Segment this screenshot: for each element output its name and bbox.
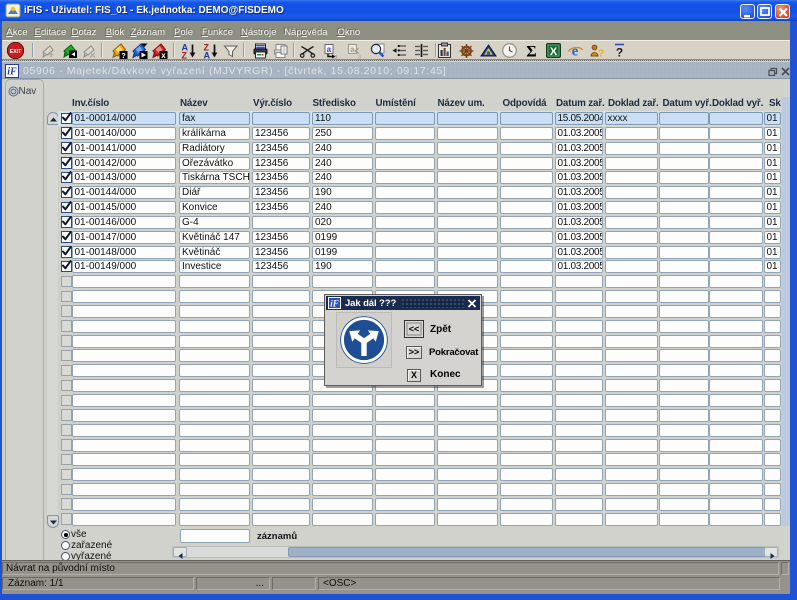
svg-text:a: a	[358, 54, 362, 60]
svg-text:EXIT: EXIT	[10, 49, 22, 55]
svg-text:Z: Z	[182, 51, 188, 60]
svg-text:e: e	[572, 44, 579, 60]
svg-text:?: ?	[121, 51, 126, 59]
svg-text:a: a	[334, 54, 338, 60]
svg-text:X: X	[550, 46, 558, 58]
svg-text:a: a	[327, 45, 332, 54]
svg-text:?: ?	[616, 46, 623, 60]
svg-text:iF: iF	[7, 66, 17, 77]
svg-text:A: A	[204, 51, 211, 60]
svg-text:a: a	[350, 45, 355, 54]
svg-text:x: x	[161, 51, 166, 59]
svg-text:?: ?	[598, 48, 604, 60]
svg-text:iF: iF	[330, 299, 339, 309]
svg-text:Σ: Σ	[526, 44, 536, 60]
